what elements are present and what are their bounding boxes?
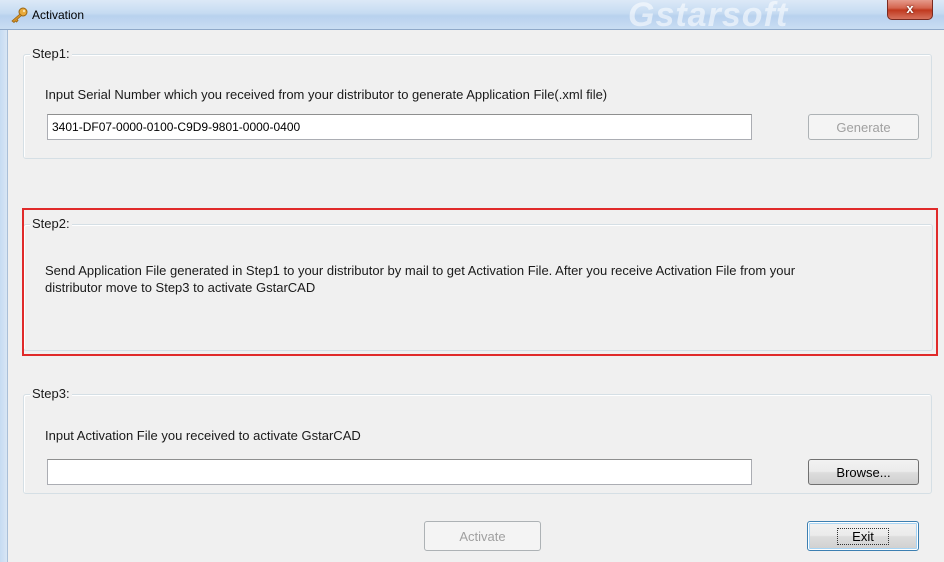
close-button[interactable]: x — [887, 0, 933, 20]
window-frame-left — [0, 30, 8, 562]
step2-instruction-line2: distributor move to Step3 to activate Gs… — [45, 280, 316, 295]
activation-window: Activation Gstarsoft x Step1: Input Seri… — [0, 0, 944, 562]
step3-instruction: Input Activation File you received to ac… — [45, 428, 361, 443]
generate-button[interactable]: Generate — [808, 114, 919, 140]
key-icon — [11, 7, 28, 23]
step3-legend: Step3: — [30, 386, 72, 401]
step2-legend: Step2: — [30, 216, 72, 231]
browse-button[interactable]: Browse... — [808, 459, 919, 485]
serial-number-input[interactable] — [47, 114, 752, 140]
brand-watermark: Gstarsoft — [628, 0, 789, 30]
step2-group: Step2: Send Application File generated i… — [23, 216, 933, 351]
exit-button-label: Exit — [837, 527, 889, 545]
title-bar[interactable]: Activation Gstarsoft x — [0, 0, 944, 30]
activate-button[interactable]: Activate — [424, 521, 541, 551]
exit-button[interactable]: Exit — [807, 521, 919, 551]
activation-file-input[interactable] — [47, 459, 752, 485]
step1-legend: Step1: — [30, 46, 72, 61]
close-icon: x — [906, 1, 914, 16]
step2-instruction-line1: Send Application File generated in Step1… — [45, 263, 796, 278]
step1-instruction: Input Serial Number which you received f… — [45, 87, 608, 102]
window-title: Activation — [32, 8, 85, 22]
step3-group: Step3: Input Activation File you receive… — [23, 386, 932, 494]
step1-group: Step1: Input Serial Number which you rec… — [23, 46, 932, 159]
